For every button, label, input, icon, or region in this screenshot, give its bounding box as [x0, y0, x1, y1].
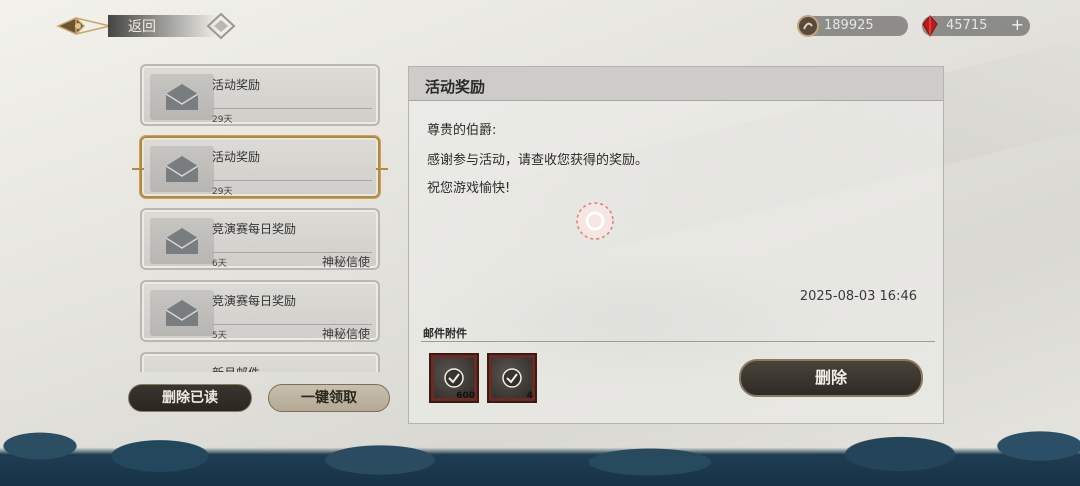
body-text: 感谢参与活动，请查收您获得的奖励。: [427, 153, 649, 168]
back-button[interactable]: [108, 15, 218, 37]
envelope-icon: [165, 156, 199, 182]
sea-waves-decoration: [0, 416, 1080, 486]
mail-title: 竞演赛每日奖励: [212, 294, 297, 308]
mail-item-partial[interactable]: 新月邮件: [140, 352, 380, 372]
selection-ornament-left: [132, 168, 144, 170]
gem-amount: 45715: [946, 18, 988, 33]
mail-timestamp: 2025-08-03 16:46: [799, 289, 917, 304]
mail-detail-panel: 活动奖励 尊贵的伯爵: 感谢参与活动，请查收您获得的奖励。 祝您游戏愉快! 20…: [408, 66, 944, 424]
back-label[interactable]: 返回: [128, 16, 156, 36]
coin-icon: [797, 15, 819, 37]
claimed-check-icon: [444, 368, 464, 388]
mail-item-selected[interactable]: 活动奖励 29天: [132, 136, 388, 198]
mail-sender: 神秘信使: [321, 255, 370, 269]
mail-title: 活动奖励: [212, 150, 261, 164]
mail-icon-frame: [150, 146, 214, 192]
home-icon[interactable]: [206, 12, 236, 40]
envelope-icon: [165, 84, 199, 110]
back-emblem-icon[interactable]: [56, 14, 112, 38]
body-greeting: 尊贵的伯爵:: [427, 123, 497, 138]
detail-title: 活动奖励: [425, 78, 486, 96]
body-closing: 祝您游戏愉快!: [427, 181, 511, 196]
add-gem-button[interactable]: +: [1011, 15, 1024, 34]
loading-spinner-icon: [576, 202, 614, 240]
item-quantity: 600: [456, 391, 475, 401]
attachment-item[interactable]: 600: [429, 353, 479, 403]
attachment-item[interactable]: 4: [487, 353, 537, 403]
coin-balance: 189925: [797, 15, 908, 37]
mail-title: 活动奖励: [212, 78, 261, 92]
mail-item[interactable]: 竞演赛每日奖励 6天 神秘信使: [140, 208, 380, 270]
mail-item[interactable]: 竞演赛每日奖励 5天 神秘信使: [140, 280, 380, 342]
coin-amount: 189925: [824, 18, 874, 33]
mail-expiry: 5天: [212, 331, 227, 341]
divider: [212, 108, 372, 109]
mail-icon-frame: [150, 290, 214, 336]
item-quantity: 4: [526, 391, 533, 401]
top-bar: 返回 189925 45715 +: [0, 0, 1080, 50]
mail-list[interactable]: 活动奖励 29天 活动奖励 29天 竞演赛每日奖励 6天 神秘信使 竞演赛每日奖…: [132, 62, 388, 372]
mail-expiry: 29天: [212, 115, 233, 125]
envelope-icon: [165, 228, 199, 254]
mail-item[interactable]: 活动奖励 29天: [140, 64, 380, 126]
red-gem-icon: [922, 15, 938, 37]
mail-expiry: 6天: [212, 259, 227, 269]
delete-read-button[interactable]: 删除已读: [128, 384, 252, 412]
mail-icon-frame: [150, 74, 214, 120]
selection-ornament-right: [376, 168, 388, 170]
divider: [421, 341, 935, 342]
gem-balance: 45715 +: [922, 15, 1030, 37]
delete-mail-button[interactable]: 删除: [739, 359, 923, 397]
claim-all-button[interactable]: 一键领取: [268, 384, 390, 412]
attachments-label: 邮件附件: [423, 327, 467, 340]
divider: [212, 180, 372, 181]
mail-icon-frame: [150, 218, 214, 264]
mail-title: 新月邮件: [212, 364, 260, 372]
claimed-check-icon: [502, 368, 522, 388]
envelope-icon: [165, 300, 199, 326]
mail-sender: 神秘信使: [321, 327, 370, 341]
mail-expiry: 29天: [212, 187, 233, 197]
detail-header: 活动奖励: [409, 67, 943, 101]
mail-title: 竞演赛每日奖励: [212, 222, 297, 236]
